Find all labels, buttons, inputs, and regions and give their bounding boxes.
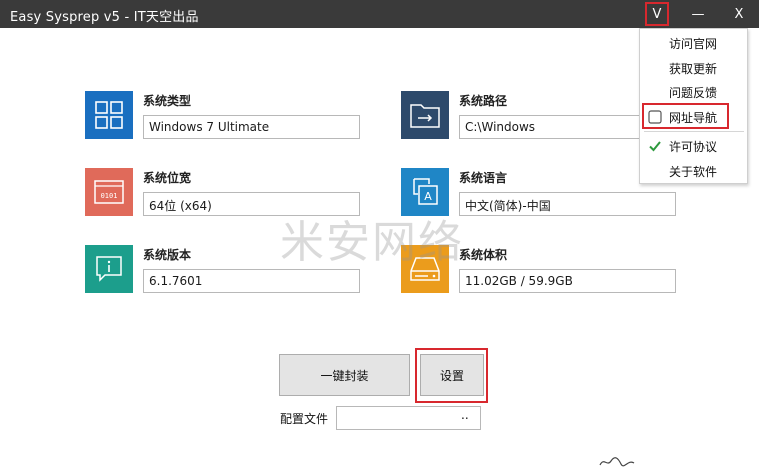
browse-button[interactable]: .. (461, 408, 469, 422)
svg-text:0101: 0101 (101, 192, 118, 200)
config-file-input[interactable] (336, 406, 481, 430)
checkmark-icon[interactable] (648, 139, 662, 153)
title-bar: Easy Sysprep v5 - IT天空出品 V — X (0, 0, 759, 28)
menu-item-label: 访问官网 (669, 37, 718, 51)
one-click-seal-button[interactable]: 一键封装 (279, 354, 410, 396)
menu-item-label: 获取更新 (669, 62, 718, 76)
close-button[interactable]: X (722, 0, 756, 28)
minimize-button[interactable]: — (681, 0, 715, 28)
watermark-text: 米安网络 (280, 217, 464, 268)
folder-arrow-icon (401, 91, 449, 139)
os-version-field[interactable]: 6.1.7601 (143, 269, 360, 293)
menu-item-label: 问题反馈 (669, 86, 718, 100)
os-version-label: 系统版本 (143, 248, 192, 262)
close-icon: X (734, 6, 744, 22)
menu-item-get-updates[interactable]: 获取更新 (640, 56, 747, 80)
menu-item-about[interactable]: 关于软件 (640, 159, 747, 183)
minimize-icon: — (691, 6, 705, 22)
os-path-label: 系统路径 (459, 94, 508, 108)
os-bits-label: 系统位宽 (143, 171, 192, 185)
windows-tiles-icon (85, 91, 133, 139)
menu-item-feedback[interactable]: 问题反馈 (640, 80, 747, 104)
menu-item-license[interactable]: 许可协议 (640, 134, 747, 158)
os-lang-label: 系统语言 (459, 171, 508, 185)
signature-mark-icon (599, 457, 635, 467)
svg-text:A: A (424, 190, 432, 203)
config-file-label: 配置文件 (280, 412, 329, 426)
menu-toggle-button[interactable]: V (645, 2, 669, 26)
menu-separator (644, 131, 744, 132)
os-size-label: 系统体积 (459, 248, 508, 262)
menu-item-official-site[interactable]: 访问官网 (640, 31, 747, 55)
window-title: Easy Sysprep v5 - IT天空出品 (10, 10, 199, 25)
os-size-field[interactable]: 11.02GB / 59.9GB (459, 269, 676, 293)
settings-button[interactable]: 设置 (420, 354, 484, 396)
info-bubble-icon (85, 245, 133, 293)
os-lang-field[interactable]: 中文(简体)-中国 (459, 192, 676, 216)
os-type-label: 系统类型 (143, 94, 192, 108)
os-type-field[interactable]: Windows 7 Ultimate (143, 115, 360, 139)
menu-item-label: 关于软件 (669, 165, 718, 179)
binary-window-icon: 0101 (85, 168, 133, 216)
menu-item-label: 许可协议 (669, 140, 718, 154)
url-navigation-highlight-box (642, 103, 729, 129)
chevron-down-icon: V (652, 6, 662, 22)
